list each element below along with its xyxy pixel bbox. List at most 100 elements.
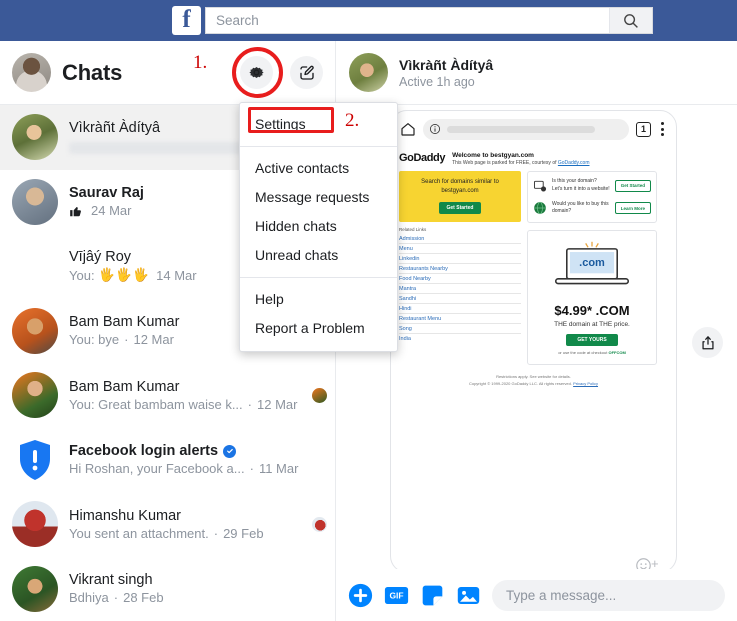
footer-copyright: Copyright © 1999-2020 GoDaddy LLC. All r… — [468, 380, 572, 386]
chat-snippet: You: Great bambam waise k... · 12 Mar — [69, 396, 298, 412]
thread-header-text: Vìkràñt Àdítyâ Active 1h ago — [399, 57, 493, 89]
offer-line2: domain? — [552, 208, 572, 215]
chat-snippet-prefix: You: — [69, 267, 95, 283]
related-link[interactable]: India — [399, 334, 521, 343]
chat-list-item[interactable]: Vikrant singh Bdhiya · 28 Feb — [0, 557, 335, 621]
related-link[interactable]: Linkedin — [399, 254, 521, 264]
kebab-menu-icon — [658, 122, 667, 136]
menu-item-settings[interactable]: Settings — [240, 110, 397, 139]
godaddy-header: GoDaddy Welcome to bestgyan.com This Web… — [391, 147, 676, 169]
offer-line1: Is this your domain? — [552, 178, 597, 184]
chat-snippet-text: You sent an attachment. — [69, 525, 209, 541]
gear-icon — [249, 66, 264, 79]
chat-timestamp: 12 Mar — [133, 332, 174, 348]
seen-by-avatar — [312, 387, 327, 403]
avatar — [12, 565, 58, 612]
offer-line1: Would you like to buy this — [552, 200, 609, 207]
photo-icon[interactable] — [456, 583, 481, 608]
domain-search-panel: Search for domains similar to bestgyan.c… — [399, 171, 521, 222]
chat-list-item[interactable]: Bam Bam Kumar You: Great bambam waise k.… — [0, 363, 335, 428]
chat-item-body: Himanshu Kumar You sent an attachment. ·… — [69, 508, 306, 541]
chat-contact-name: Facebook login alerts — [69, 443, 327, 459]
website-icon — [533, 180, 547, 192]
related-link[interactable]: Food Nearby — [399, 274, 521, 284]
related-link[interactable]: Admission — [399, 234, 521, 244]
menu-item-hidden-chats[interactable]: Hidden chats — [240, 212, 397, 241]
menu-item-message-requests[interactable]: Message requests — [240, 183, 397, 212]
promo-tagline: THE domain at THE price. — [554, 321, 630, 328]
domain-search-line2: bestgyan.com — [441, 188, 479, 194]
thumbs-up-icon — [70, 206, 81, 216]
domain-search-line1: Search for domains similar to — [421, 179, 499, 185]
search-button[interactable] — [609, 8, 652, 33]
get-yours-button[interactable]: GET YOURS — [566, 334, 618, 346]
thread-contact-name: Vìkràñt Àdítyâ — [399, 56, 494, 73]
facebook-logo-icon[interactable]: f — [172, 6, 201, 35]
chat-list-item[interactable]: Himanshu Kumar You sent an attachment. ·… — [0, 492, 335, 557]
godaddy-brand-label: GoDaddy — [399, 152, 446, 164]
privacy-policy-link[interactable]: Privacy Policy — [573, 381, 598, 386]
related-link[interactable]: Menu — [399, 244, 521, 254]
offer-text: Is this your domain? Let's turn it into … — [552, 178, 610, 194]
menu-item-report-problem[interactable]: Report a Problem — [240, 314, 397, 343]
godaddy-link[interactable]: GoDaddy.com — [558, 160, 590, 166]
chat-snippet-text: Bdhiya — [69, 590, 109, 606]
menu-item-unread-chats[interactable]: Unread chats — [240, 241, 397, 270]
search-input[interactable] — [206, 8, 609, 33]
chat-timestamp: 11 Mar — [258, 461, 299, 477]
thread-avatar[interactable] — [349, 53, 388, 92]
related-link[interactable]: Mantra — [399, 284, 521, 294]
globe-icon — [534, 202, 546, 215]
get-started-button[interactable]: Get Started — [438, 202, 482, 214]
chats-panel-header: Chats — [0, 41, 335, 105]
offer-row: Would you like to buy this domain? Learn… — [533, 201, 651, 217]
new-message-button[interactable] — [290, 56, 323, 89]
related-link[interactable]: Restaurant Menu — [399, 314, 521, 324]
offer-button[interactable]: Get Started — [614, 179, 651, 192]
settings-dropdown-menu[interactable]: Settings Active contacts Message request… — [239, 102, 398, 352]
avatar — [12, 372, 58, 419]
chat-contact-name: Vikrant singh — [69, 572, 153, 589]
avatar — [12, 114, 58, 161]
menu-item-active-contacts[interactable]: Active contacts — [240, 154, 397, 183]
search-icon — [624, 13, 638, 28]
related-link[interactable]: Hindi — [399, 304, 521, 314]
chat-snippet-text: You: bye — [69, 332, 120, 348]
chat-snippet-text: You: Great bambam waise k... — [69, 396, 243, 412]
sticker-icon[interactable] — [420, 583, 445, 608]
share-button[interactable] — [692, 327, 723, 358]
raised-hands-icon: 🖐🖐🖐 — [98, 267, 151, 283]
chat-timestamp: 24 Mar — [91, 203, 132, 219]
message-input[interactable] — [492, 579, 725, 611]
godaddy-welcome-block: Welcome to bestgyan.com This Web page is… — [452, 152, 589, 166]
seen-by-avatar — [312, 516, 327, 532]
chat-list-item[interactable]: Facebook login alerts Hi Roshan, your Fa… — [0, 428, 335, 493]
plus-icon[interactable] — [348, 583, 373, 608]
share-icon — [701, 335, 714, 349]
security-alert-shield-icon — [20, 439, 50, 480]
gif-icon[interactable]: GIF — [384, 583, 409, 608]
related-link[interactable]: Restaurants Nearby — [399, 264, 521, 274]
laptop-icon: .com — [554, 241, 630, 285]
offer-text: Would you like to buy this domain? — [552, 201, 610, 217]
verified-badge-icon — [223, 444, 237, 458]
link-preview-card[interactable]: 1 GoDaddy Welcome to bestgyan.com This W… — [390, 110, 677, 573]
related-link[interactable]: Sandhi — [399, 294, 521, 304]
related-link[interactable]: Song — [399, 324, 521, 334]
menu-item-help[interactable]: Help — [240, 285, 397, 314]
annotation-1-label: 1. — [193, 52, 208, 73]
user-avatar[interactable] — [12, 53, 51, 92]
chat-snippet-text: Hi Roshan, your Facebook a... — [69, 461, 245, 477]
thread-header: Vìkràñt Àdítyâ Active 1h ago — [335, 41, 737, 105]
search-bar[interactable] — [205, 7, 653, 34]
compose-icon — [299, 65, 314, 80]
settings-gear-button[interactable] — [240, 56, 273, 89]
preview-browser-bar: 1 — [391, 111, 676, 147]
message-composer: GIF — [336, 569, 737, 621]
chat-snippet: Hi Roshan, your Facebook a... · 11 Mar — [69, 461, 299, 477]
svg-text:GIF: GIF — [389, 590, 403, 600]
avatar — [12, 501, 58, 548]
offer-button[interactable]: Learn More — [614, 202, 651, 215]
preview-url-bar — [423, 118, 629, 140]
footer-line-2: Copyright © 1999-2020 GoDaddy LLC. All r… — [391, 381, 676, 388]
